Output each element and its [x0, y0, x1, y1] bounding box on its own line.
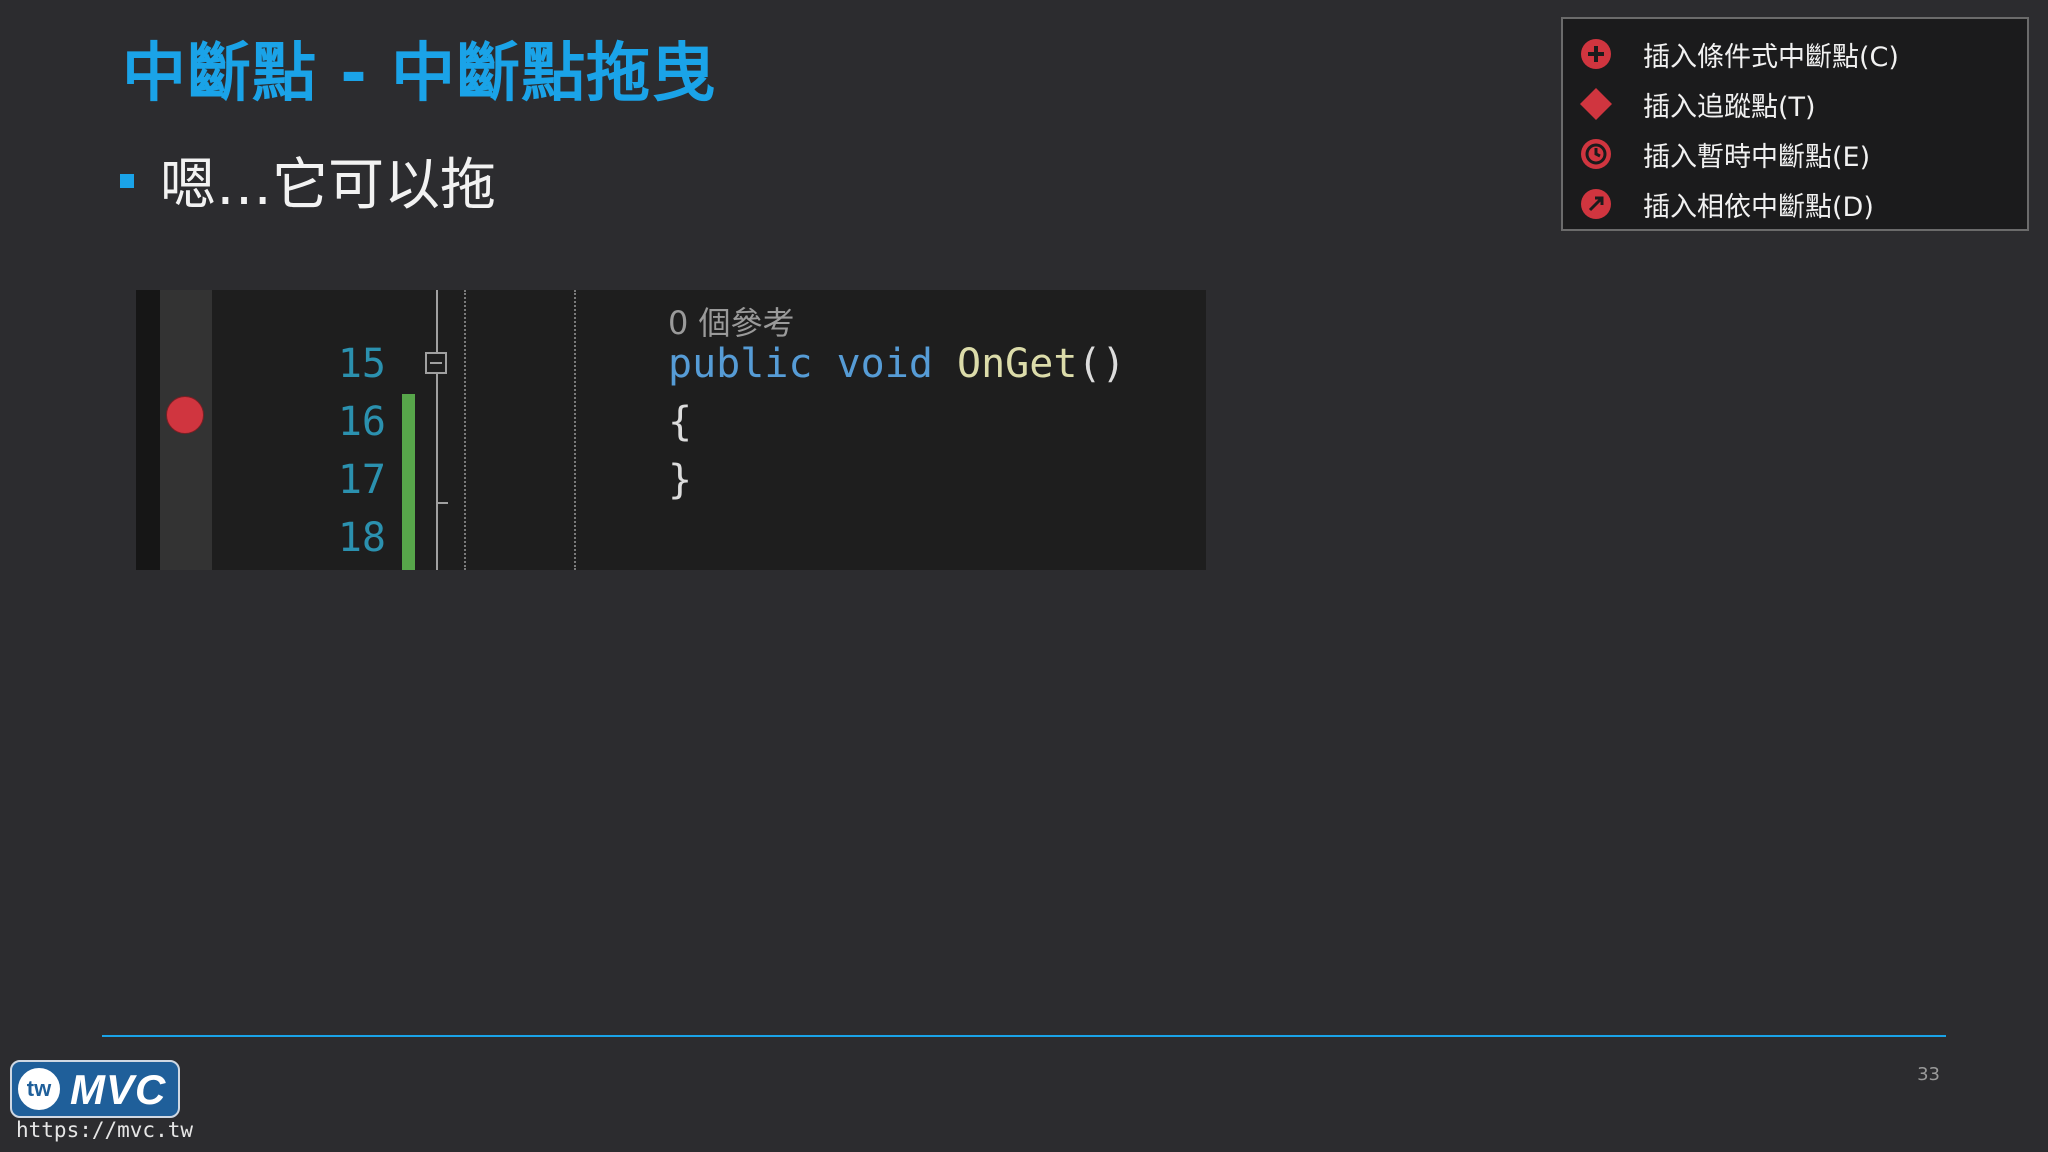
line-number: 17: [337, 457, 386, 503]
line-number: 18: [337, 515, 386, 561]
outline-end-tick: [436, 502, 448, 504]
bullet-text: 嗯…它可以拖: [160, 153, 496, 218]
outline-line: [436, 290, 438, 570]
line-number: 15: [337, 341, 386, 387]
tw-badge-icon: tw: [16, 1066, 62, 1112]
bullet-square-icon: [120, 173, 134, 188]
change-indicator-bar: [402, 394, 415, 570]
code-line-17[interactable]: }: [668, 460, 692, 500]
slide-title: 中斷點 - 中斷點拖曳: [122, 37, 717, 111]
indent-guide: [574, 290, 576, 570]
menu-item-temporary-breakpoint[interactable]: 插入暫時中斷點(E): [1563, 129, 2027, 179]
menu-item-label: 插入條件式中斷點(C): [1643, 41, 1899, 73]
breakpoint-icon[interactable]: [166, 396, 204, 434]
code-editor-screenshot: 0 個參考 15 16 17 18 public void OnGet() { …: [136, 290, 1206, 570]
temporary-breakpoint-icon: [1579, 137, 1613, 171]
conditional-breakpoint-icon: [1579, 37, 1613, 71]
code-line-15[interactable]: public void OnGet(): [668, 344, 1126, 384]
tracepoint-icon: [1579, 87, 1613, 121]
footer-divider: [102, 1035, 1946, 1037]
breakpoint-context-menu: 插入條件式中斷點(C) 插入追蹤點(T) 插入暫時中斷點(E) 插入相依中斷點(…: [1561, 17, 2029, 231]
menu-item-dependent-breakpoint[interactable]: 插入相依中斷點(D): [1563, 179, 2027, 229]
dependent-breakpoint-icon: [1579, 187, 1613, 221]
line-number: 16: [337, 399, 386, 445]
menu-item-label: 插入暫時中斷點(E): [1643, 141, 1871, 173]
mvc-logo: tw MVC: [10, 1060, 180, 1118]
menu-item-conditional-breakpoint[interactable]: 插入條件式中斷點(C): [1563, 29, 2027, 79]
logo-badge-text: tw: [26, 1076, 52, 1101]
collapse-icon[interactable]: [425, 352, 447, 374]
menu-item-label: 插入追蹤點(T): [1643, 91, 1816, 123]
logo-text: MVC: [70, 1066, 167, 1113]
parentheses: (): [1077, 341, 1126, 387]
indent-guide: [464, 290, 466, 570]
bullet-item: 嗯…它可以拖: [120, 140, 496, 221]
codelens-references[interactable]: 0 個參考: [668, 298, 795, 344]
site-url: https://mvc.tw: [16, 1118, 194, 1142]
menu-item-tracepoint[interactable]: 插入追蹤點(T): [1563, 79, 2027, 129]
page-number: 33: [1917, 1064, 1940, 1085]
menu-item-label: 插入相依中斷點(D): [1643, 191, 1874, 223]
method-name: OnGet: [957, 341, 1078, 387]
editor-left-edge: [136, 290, 160, 570]
keyword-void: void: [836, 341, 933, 387]
code-line-16[interactable]: {: [668, 402, 692, 442]
keyword-public: public: [668, 341, 813, 387]
